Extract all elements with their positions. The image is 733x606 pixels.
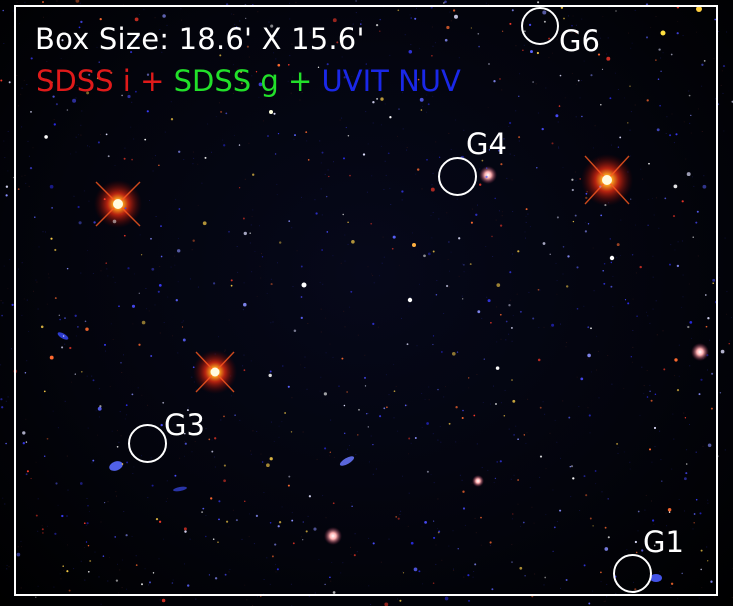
- background-noise: [397, 598, 398, 600]
- background-noise: [289, 2, 290, 4]
- faint-star: [1, 314, 3, 317]
- background-noise: [726, 291, 728, 293]
- background-noise: [7, 131, 9, 132]
- faint-star: [443, 2, 445, 4]
- marker-circle-g3: [128, 424, 167, 463]
- faint-star: [35, 596, 37, 598]
- background-noise: [370, 604, 372, 605]
- faint-star: [720, 349, 725, 354]
- background-noise: [6, 565, 8, 566]
- background-noise: [100, 603, 102, 605]
- background-noise: [724, 449, 726, 451]
- background-noise: [0, 364, 2, 366]
- background-noise: [731, 317, 732, 319]
- background-noise: [195, 598, 197, 600]
- background-noise: [698, 597, 700, 599]
- background-noise: [714, 596, 716, 598]
- legend-plus: +: [140, 64, 165, 98]
- faint-star: [42, 1, 44, 3]
- background-noise: [2, 497, 4, 499]
- background-noise: [11, 348, 12, 350]
- faint-star: [719, 392, 722, 394]
- marker-circle-g1: [613, 554, 652, 593]
- faint-star: [722, 65, 726, 68]
- faint-star: [355, 0, 357, 2]
- marker-circle-g4: [438, 157, 477, 196]
- background-noise: [256, 596, 258, 598]
- background-noise: [726, 313, 728, 315]
- legend-green-band: SDSS g: [173, 64, 279, 98]
- faint-star: [588, 602, 591, 605]
- faint-star: [5, 442, 7, 445]
- background-noise: [159, 599, 161, 601]
- background-noise: [180, 596, 182, 598]
- faint-star: [2, 9, 4, 12]
- background-noise: [5, 400, 7, 402]
- legend-blue-band: UVIT NUV: [321, 64, 461, 98]
- faint-star: [444, 596, 449, 601]
- background-noise: [723, 130, 725, 132]
- background-noise: [677, 598, 679, 600]
- faint-star: [5, 185, 9, 188]
- background-noise: [246, 599, 248, 601]
- faint-star: [1, 406, 4, 409]
- faint-star: [537, 1, 540, 4]
- faint-star: [444, 0, 447, 4]
- background-noise: [3, 43, 5, 44]
- background-noise: [7, 396, 9, 398]
- background-noise: [56, 0, 58, 2]
- color-legend: SDSS i + SDSS g + UVIT NUV: [36, 64, 461, 98]
- background-noise: [24, 1, 26, 3]
- background-noise: [603, 600, 605, 602]
- background-noise: [7, 170, 9, 172]
- faint-star: [399, 599, 402, 602]
- box-size-label: Box Size: 18.6' X 15.6': [35, 22, 365, 56]
- faint-star: [384, 602, 389, 606]
- background-noise: [726, 31, 728, 33]
- background-noise: [729, 340, 731, 342]
- marker-label-g1: G1: [643, 525, 684, 559]
- background-noise: [606, 596, 608, 598]
- faint-star: [728, 343, 730, 345]
- background-noise: [724, 237, 726, 239]
- background-noise: [722, 92, 724, 94]
- background-noise: [718, 31, 720, 32]
- background-noise: [2, 302, 4, 304]
- background-noise: [604, 600, 606, 602]
- background-noise: [719, 276, 721, 278]
- faint-star: [161, 598, 166, 603]
- background-noise: [9, 259, 11, 261]
- background-noise: [3, 140, 5, 142]
- background-noise: [295, 1, 297, 3]
- background-noise: [79, 2, 81, 4]
- legend-red-band: SDSS i: [36, 64, 131, 98]
- background-noise: [0, 300, 2, 302]
- legend-plus: +: [288, 64, 313, 98]
- faint-star: [8, 81, 11, 84]
- background-noise: [720, 84, 722, 86]
- faint-star: [0, 398, 3, 401]
- background-noise: [721, 70, 723, 72]
- marker-label-g6: G6: [559, 24, 600, 58]
- background-noise: [7, 288, 9, 290]
- background-noise: [8, 566, 10, 568]
- faint-star: [468, 600, 470, 602]
- faint-star: [75, 0, 80, 3]
- faint-star: [5, 194, 8, 197]
- marker-label-g4: G4: [466, 127, 507, 161]
- background-noise: [485, 2, 487, 4]
- sky-image: Box Size: 18.6' X 15.6' SDSS i + SDSS g …: [0, 0, 733, 606]
- background-noise: [3, 265, 5, 267]
- marker-label-g3: G3: [164, 408, 205, 442]
- marker-circle-g6: [521, 7, 559, 45]
- background-noise: [4, 503, 6, 505]
- background-noise: [6, 568, 8, 570]
- background-noise: [4, 157, 6, 159]
- background-noise: [16, 1, 18, 3]
- faint-star: [0, 79, 3, 82]
